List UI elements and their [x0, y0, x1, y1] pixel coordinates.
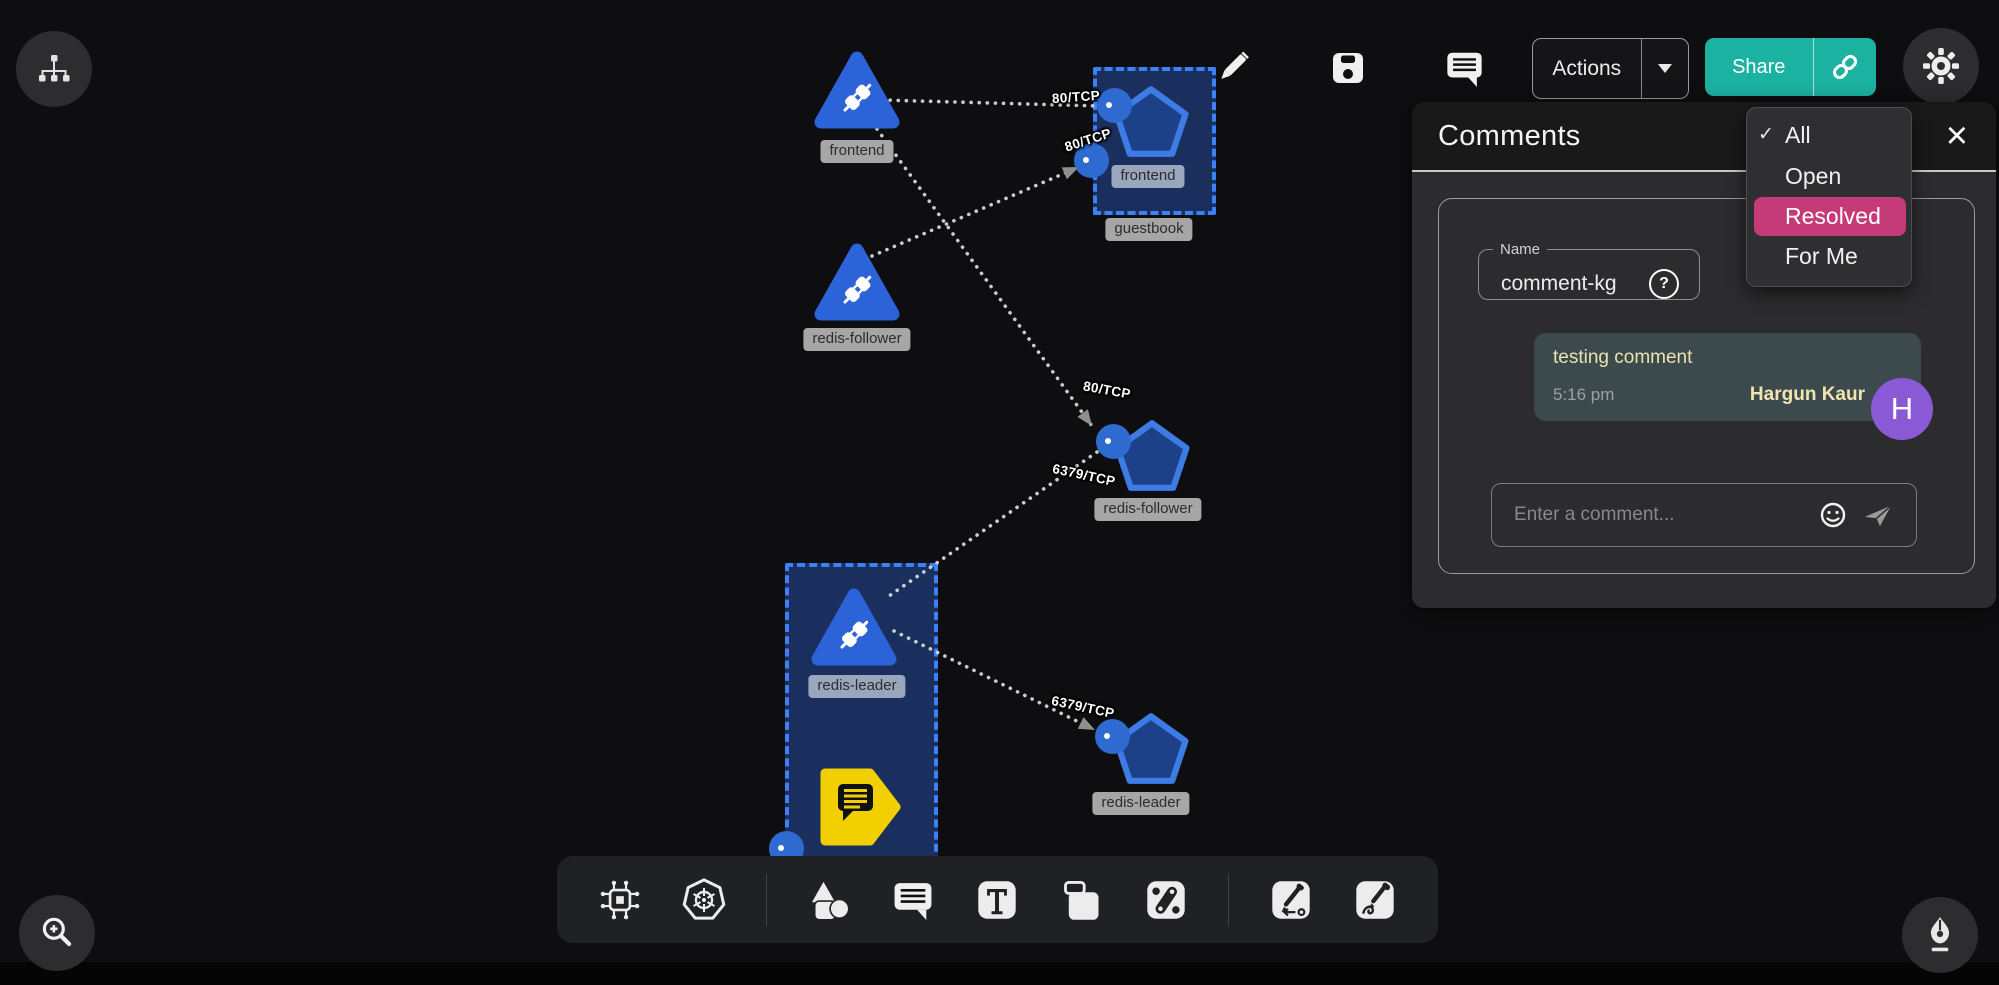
comment-icon: [1443, 48, 1486, 88]
tool-connector[interactable]: [1143, 877, 1189, 923]
toolbar-divider: [766, 874, 768, 926]
settings-button[interactable]: [1903, 28, 1979, 104]
filter-option-for-me[interactable]: For Me: [1747, 236, 1911, 277]
node-label: redis-leader: [808, 675, 905, 698]
service-node-redis-follower[interactable]: [813, 242, 901, 322]
chevron-down-icon: [1658, 64, 1672, 73]
gear-icon: [1921, 46, 1961, 86]
name-field-value: comment-kg: [1501, 272, 1617, 296]
filter-option-label: For Me: [1785, 243, 1858, 270]
tool-custom-resource[interactable]: [597, 877, 643, 923]
node-label: redis-follower: [1094, 498, 1201, 521]
send-icon[interactable]: [1862, 500, 1894, 530]
copy-link-button[interactable]: [1814, 38, 1876, 96]
filter-option-label: Open: [1785, 163, 1841, 190]
save-button[interactable]: [1324, 44, 1372, 92]
pencil-icon: [1211, 47, 1253, 89]
pen-line-icon: [1269, 878, 1313, 922]
toolbar-divider: [1228, 874, 1230, 926]
comment-marker-icon[interactable]: [818, 766, 902, 848]
close-icon[interactable]: ×: [1946, 112, 1968, 160]
actions-caret[interactable]: [1642, 39, 1688, 98]
tool-frame[interactable]: [1059, 877, 1105, 923]
edge-label: 6379/TCP: [1050, 693, 1116, 721]
name-field[interactable]: Name comment-kg ?: [1478, 241, 1700, 300]
app-canvas: frontend frontend guestbook redis-follow…: [0, 0, 1999, 985]
hierarchy-icon: [34, 49, 74, 89]
filter-option-all[interactable]: ✓ All: [1747, 115, 1911, 156]
comments-filter-dropdown: ✓ All Open Resolved For Me: [1746, 107, 1912, 287]
tool-kubernetes[interactable]: [681, 877, 727, 923]
node-label: frontend: [1111, 165, 1184, 188]
tool-pencil[interactable]: [1352, 877, 1398, 923]
tool-pen[interactable]: [1268, 877, 1314, 923]
edge-redisfollower-guestbook: [872, 167, 1079, 256]
frame-icon: [1060, 878, 1104, 922]
comment-icon: [890, 878, 936, 921]
bottom-strip: [0, 962, 1999, 985]
emoji-icon[interactable]: [1818, 500, 1848, 530]
pencil-scribble-icon: [1353, 878, 1397, 922]
share-button[interactable]: Share: [1705, 38, 1876, 96]
port-dot[interactable]: [1096, 424, 1131, 459]
layout-tree-button[interactable]: [16, 31, 92, 107]
service-node-redis-leader[interactable]: [810, 587, 898, 667]
zoom-button[interactable]: [19, 895, 95, 971]
text-icon: [975, 878, 1019, 922]
edit-button[interactable]: [1208, 44, 1256, 92]
comment-bubble: testing comment 5:16 pm Hargun Kaur: [1534, 333, 1921, 421]
comments-toggle-button[interactable]: [1440, 44, 1488, 92]
service-node-frontend[interactable]: [813, 50, 901, 130]
share-label: Share: [1705, 38, 1813, 96]
edge-frontend-redisfollower: [877, 129, 1092, 426]
connector-icon: [1144, 878, 1188, 922]
pen-nib-icon: [1919, 914, 1961, 956]
comment-input[interactable]: [1512, 503, 1818, 527]
kubernetes-icon: [681, 877, 727, 923]
save-icon: [1328, 48, 1368, 88]
tool-palette: [557, 856, 1438, 943]
avatar: H: [1871, 378, 1933, 440]
name-field-label: Name: [1493, 241, 1547, 258]
edge-arrowheads: [1062, 161, 1098, 736]
filter-option-label: All: [1785, 122, 1811, 149]
comment-input-wrap: [1491, 483, 1917, 547]
panel-title: Comments: [1438, 120, 1581, 153]
help-icon[interactable]: ?: [1649, 269, 1679, 299]
link-icon: [1828, 50, 1862, 84]
filter-option-resolved[interactable]: Resolved: [1754, 197, 1906, 236]
filter-option-open[interactable]: Open: [1747, 156, 1911, 197]
edge-label: 80/TCP: [1082, 378, 1132, 401]
comment-author: Hargun Kaur: [1750, 384, 1865, 406]
tool-comment[interactable]: [890, 877, 936, 923]
filter-option-label: Resolved: [1785, 203, 1881, 230]
shapes-icon: [807, 878, 851, 922]
port-dot[interactable]: [1097, 88, 1132, 123]
zoom-in-icon: [36, 912, 78, 954]
actions-button[interactable]: Actions: [1532, 38, 1689, 99]
group-label: guestbook: [1105, 218, 1192, 241]
check-icon: ✓: [1758, 123, 1774, 146]
tool-shapes[interactable]: [806, 877, 852, 923]
comment-text: testing comment: [1553, 347, 1692, 369]
node-label: frontend: [820, 140, 893, 163]
laser-pen-button[interactable]: [1902, 897, 1978, 973]
actions-label: Actions: [1533, 39, 1641, 98]
node-label: redis-follower: [803, 328, 910, 351]
tool-text[interactable]: [974, 877, 1020, 923]
port-dot[interactable]: [1095, 719, 1130, 754]
chip-icon: [598, 878, 642, 922]
comment-time: 5:16 pm: [1553, 385, 1614, 405]
edge-label: 6379/TCP: [1051, 461, 1117, 489]
node-label: redis-leader: [1092, 792, 1189, 815]
